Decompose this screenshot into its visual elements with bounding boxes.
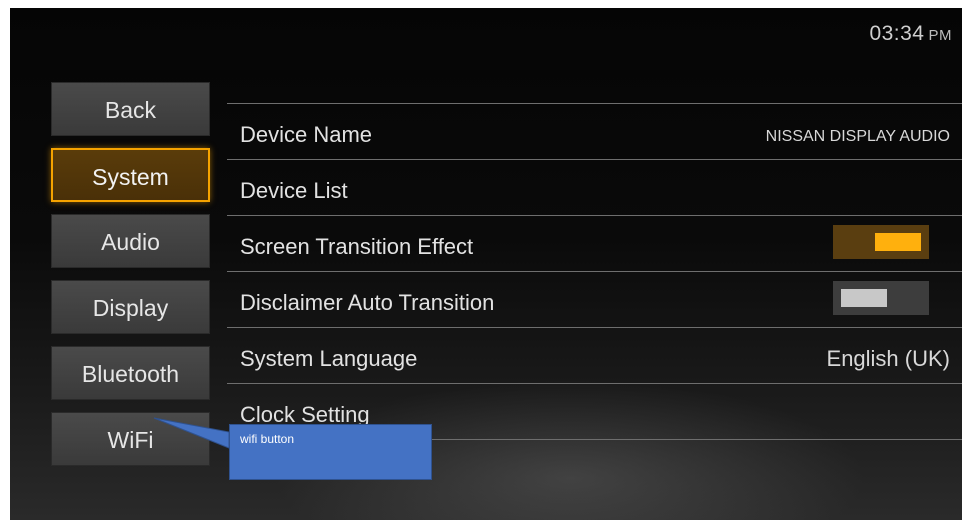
nav-display-button[interactable]: Display: [51, 280, 210, 334]
language-value: English (UK): [826, 346, 950, 371]
clock-ampm: PM: [928, 27, 952, 44]
toggle-knob: [875, 233, 921, 251]
back-button[interactable]: Back: [51, 82, 210, 136]
language-label: System Language: [240, 346, 418, 371]
disclaimer-toggle[interactable]: [833, 281, 929, 315]
nav-system-button[interactable]: System: [51, 148, 210, 202]
annotation-callout: wifi button: [229, 424, 432, 480]
setting-row-device-list[interactable]: Device List: [227, 160, 962, 216]
setting-row-screen-transition[interactable]: Screen Transition Effect: [227, 216, 962, 272]
screen-transition-toggle[interactable]: [833, 225, 929, 259]
clock-time: 03:34: [869, 22, 925, 45]
device-name-value: NISSAN DISPLAY AUDIO: [765, 128, 950, 145]
annotation-text: wifi button: [240, 432, 295, 446]
nav-bluetooth-button[interactable]: Bluetooth: [51, 346, 210, 400]
setting-row-device-name[interactable]: Device Name NISSAN DISPLAY AUDIO: [227, 104, 962, 160]
setting-row-language[interactable]: System Language English (UK): [227, 328, 962, 384]
toggle-knob: [841, 289, 887, 307]
device-name-label: Device Name: [240, 122, 373, 147]
infotainment-screen: 03:34 PM Back System Audio Display Blueto…: [10, 8, 962, 520]
setting-row-disclaimer[interactable]: Disclaimer Auto Transition: [227, 272, 962, 328]
nav-wifi-button[interactable]: WiFi: [51, 412, 210, 466]
clock: 03:34 PM: [869, 22, 952, 46]
device-list-label: Device List: [240, 178, 348, 203]
disclaimer-label: Disclaimer Auto Transition: [240, 290, 495, 315]
nav-audio-button[interactable]: Audio: [51, 214, 210, 268]
screen-transition-label: Screen Transition Effect: [240, 234, 474, 259]
